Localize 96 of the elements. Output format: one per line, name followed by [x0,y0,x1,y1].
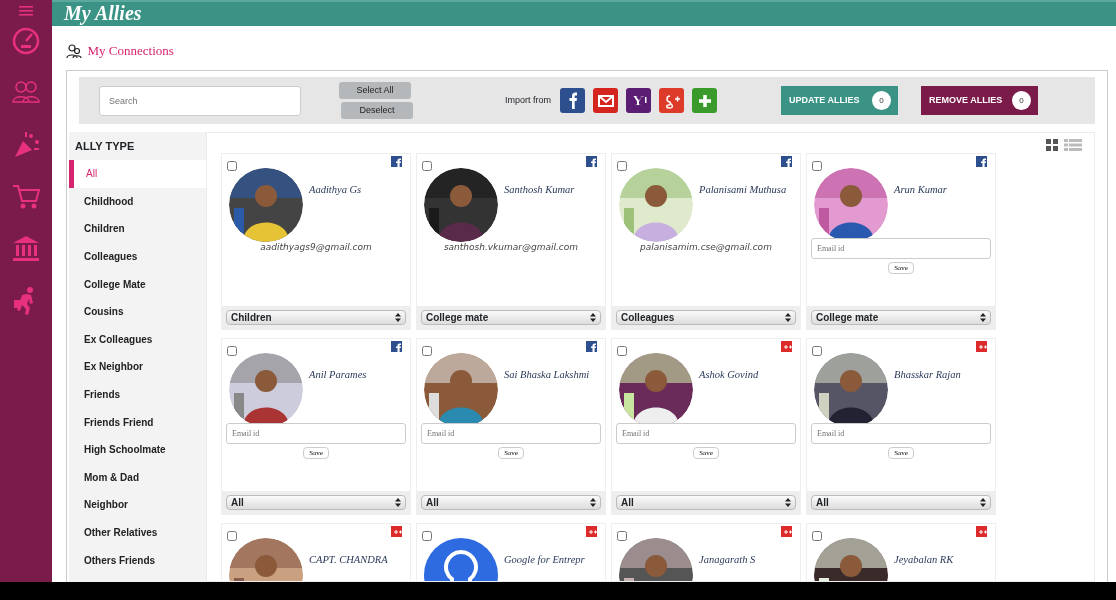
filter-item[interactable]: Friends Friend [69,408,206,436]
contact-name: Anil Parames [309,368,367,382]
contact-name: Palanisami Muthusa [699,183,787,197]
contact-name: Aadithya Gs [309,183,362,197]
filter-item[interactable]: Mom & Dad [69,463,206,492]
contact-name: Bhasskar Rajan [894,368,961,382]
facebook-icon [586,156,597,167]
facebook-icon [586,341,597,352]
contact-email: aadithyags9@gmail.com [259,241,373,254]
yahoo-icon[interactable] [626,88,651,113]
select-checkbox[interactable] [812,346,822,356]
filter-item[interactable]: Others Friends [69,546,206,574]
contact-name: Santhosh Kumar [504,183,575,197]
mail-icon[interactable] [593,88,618,113]
contact-name: Jeyabalan RK [894,553,954,567]
category-dropdown[interactable]: College mate [811,310,991,325]
category-dropdown[interactable]: College mate [421,310,601,325]
select-all-button[interactable]: Select All [339,82,411,100]
updown-icon [395,313,401,322]
select-checkbox[interactable] [227,161,237,171]
dashboard-icon[interactable] [11,26,41,56]
updown-icon [980,498,986,507]
category-dropdown[interactable]: All [226,495,406,510]
contact-name: Google for Entrepr [504,553,585,567]
updown-icon [980,313,986,322]
select-checkbox[interactable] [422,161,432,171]
connections-icon [66,43,82,59]
import-label: Import from [505,93,551,107]
section-title: My Connections [87,42,174,61]
facebook-icon [391,156,402,167]
panel-heading: ALLY TYPE [74,138,136,154]
google-plus-icon [391,526,402,537]
bank-icon[interactable] [11,234,41,264]
contact-name: Arun Kumar [894,183,947,197]
google-plus-icon [976,526,987,537]
contact-email: santhosh.vkumar@gmail.com [442,241,580,254]
email-input[interactable]: Email id [616,423,796,444]
facebook-icon [781,156,792,167]
select-checkbox[interactable] [812,161,822,171]
filter-item[interactable]: Childhood [69,187,206,216]
filter-item[interactable]: High Schoolmate [69,435,206,464]
select-checkbox[interactable] [617,531,627,541]
filter-item[interactable]: All [69,160,206,188]
category-dropdown[interactable]: All [421,495,601,510]
updown-icon [590,498,596,507]
category-dropdown[interactable]: All [616,495,796,510]
contact-name: CAPT. CHANDRA [309,553,388,567]
filter-item[interactable]: Other Relatives [69,518,206,547]
updown-icon [395,498,401,507]
facebook-icon [976,156,987,167]
updown-icon [785,313,791,322]
email-input[interactable]: Email id [226,423,406,444]
filter-item[interactable]: Neighbor [69,491,206,519]
filter-item[interactable]: Friends [69,380,206,409]
update-allies-button[interactable]: UPDATE ALLIES 0 [781,86,898,115]
add-icon[interactable] [692,88,717,113]
google-plus-icon [586,526,597,537]
select-checkbox[interactable] [812,531,822,541]
deselect-button[interactable]: Deselect [341,101,413,119]
contact-name: Sai Bhaska Lakshmi [504,368,590,382]
menu-icon[interactable] [19,6,33,16]
select-checkbox[interactable] [227,531,237,541]
filter-item[interactable]: Colleagues [69,242,206,271]
category-dropdown[interactable]: All [811,495,991,510]
email-input[interactable]: Email id [421,423,601,444]
select-checkbox[interactable] [422,346,432,356]
contact-name: Janagarath S [699,553,756,567]
updown-icon [785,498,791,507]
category-dropdown[interactable]: Colleagues [616,310,796,325]
select-checkbox[interactable] [617,161,627,171]
facebook-icon[interactable] [560,88,585,113]
grid-view-icon[interactable] [1046,139,1058,153]
updown-icon [590,313,596,322]
count-badge: 0 [872,91,891,110]
select-checkbox[interactable] [227,346,237,356]
google-plus-icon [976,341,987,352]
count-badge: 0 [1012,91,1031,110]
select-checkbox[interactable] [617,346,627,356]
category-dropdown[interactable]: Children [226,310,406,325]
filter-item[interactable]: Cousins [69,297,206,326]
filter-item[interactable]: College Mate [69,270,206,298]
select-checkbox[interactable] [422,531,432,541]
google-plus-icon [781,526,792,537]
contact-name: Ashok Govind [699,368,759,382]
facebook-icon [391,341,402,352]
google-plus-icon [781,341,792,352]
filter-item[interactable]: Children [69,215,206,243]
page-header-title: My Allies [64,2,142,24]
google-plus-icon[interactable] [659,88,684,113]
contact-email: palanisamim.cse@gmail.com [639,241,773,254]
email-input[interactable]: Email id [811,238,991,259]
filter-item[interactable]: Ex Colleagues [69,325,206,354]
email-input[interactable]: Email id [811,423,991,444]
remove-allies-button[interactable]: REMOVE ALLIES 0 [921,86,1038,115]
search-field[interactable]: Search [99,85,301,116]
filter-item[interactable]: Ex Neighbor [69,353,206,381]
